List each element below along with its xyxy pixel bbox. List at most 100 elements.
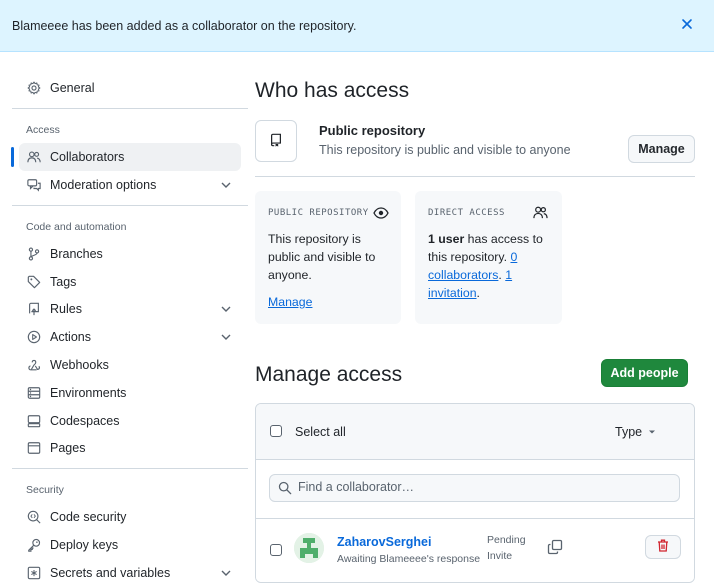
sidebar-item-label: Webhooks xyxy=(50,358,109,372)
trash-icon xyxy=(657,539,669,555)
sidebar-item-deploy-keys[interactable]: Deploy keys xyxy=(19,531,241,559)
repo-visibility-title: Public repository xyxy=(319,123,426,138)
user-count: 1 user xyxy=(428,232,465,246)
card-label: DIRECT ACCESS xyxy=(428,208,505,218)
sidebar-item-moderation-options[interactable]: Moderation options xyxy=(19,171,241,199)
invitation-link[interactable]: invitation xyxy=(428,286,477,300)
manage-button[interactable]: Manage xyxy=(628,135,695,163)
divider xyxy=(12,468,248,469)
flash-message: Blameeee has been added as a collaborato… xyxy=(12,19,357,33)
sidebar-item-webhooks[interactable]: Webhooks xyxy=(19,351,241,379)
sidebar-item-label: Branches xyxy=(50,247,103,261)
codescan-icon xyxy=(26,509,42,525)
sidebar-item-codespaces[interactable]: Codespaces xyxy=(19,407,241,435)
people-icon xyxy=(533,205,549,221)
section-heading-code-and-automation: Code and automation xyxy=(26,221,127,233)
card-text-line: This repository is xyxy=(268,232,361,246)
flash-banner: Blameeee has been added as a collaborato… xyxy=(0,0,714,52)
divider xyxy=(255,176,695,177)
card-text: . xyxy=(476,286,480,300)
server-icon xyxy=(26,385,42,401)
comment-discussion-icon xyxy=(26,177,42,193)
type-filter-dropdown[interactable]: Type xyxy=(615,425,656,439)
divider xyxy=(12,108,248,109)
find-collaborator-input[interactable] xyxy=(298,480,668,494)
search-row xyxy=(256,460,694,519)
table-row: ZaharovSerghei Awaiting Blameeee's respo… xyxy=(256,519,694,582)
key-icon xyxy=(26,537,42,553)
remove-member-button[interactable] xyxy=(645,535,681,559)
sidebar-item-label: Tags xyxy=(50,275,77,289)
collaborators-link[interactable]: collaborators xyxy=(428,268,498,282)
sidebar-item-label: Deploy keys xyxy=(50,538,119,552)
page-title: Who has access xyxy=(255,79,410,102)
sidebar-item-label: Code security xyxy=(50,510,127,524)
chevron-down-icon xyxy=(219,302,233,316)
sidebar-item-actions[interactable]: Actions xyxy=(19,323,241,351)
sidebar-item-label: Moderation options xyxy=(50,178,157,192)
sidebar-item-label: Collaborators xyxy=(50,150,125,164)
sidebar-item-tags[interactable]: Tags xyxy=(19,268,241,296)
repo-visibility-subtitle: This repository is public and visible to… xyxy=(319,143,571,157)
browser-icon xyxy=(26,440,42,456)
manage-access-title: Manage access xyxy=(255,363,403,386)
search-field[interactable] xyxy=(269,474,680,502)
webhook-icon xyxy=(26,357,42,373)
invitations-count-link[interactable]: 1 xyxy=(505,268,512,282)
codespaces-icon xyxy=(26,413,42,429)
collaborators-count-link[interactable]: 0 xyxy=(510,250,517,264)
card-text: has access to xyxy=(464,232,543,246)
search-icon xyxy=(278,481,292,498)
sidebar-item-general[interactable]: General xyxy=(19,74,241,102)
member-name-link[interactable]: ZaharovSerghei xyxy=(337,535,431,549)
card-text-line: anyone. xyxy=(268,268,312,282)
type-filter-label: Type xyxy=(615,425,643,439)
sidebar-item-collaborators[interactable]: Collaborators xyxy=(19,143,241,171)
gear-icon xyxy=(26,80,42,96)
close-icon[interactable] xyxy=(677,14,697,34)
key-asterisk-icon xyxy=(26,565,42,581)
card-body: This repository is public and visible to… xyxy=(268,230,375,311)
sidebar-item-label: Codespaces xyxy=(50,414,120,428)
direct-access-card: DIRECT ACCESS 1 user has access to this … xyxy=(415,191,562,324)
repo-icon-box xyxy=(255,120,297,162)
triangle-down-icon xyxy=(648,428,656,436)
sidebar-item-label: Environments xyxy=(50,386,127,400)
repo-push-icon xyxy=(26,301,42,317)
copy-icon[interactable] xyxy=(547,539,563,558)
divider xyxy=(12,205,248,206)
public-repository-card: PUBLIC REPOSITORY This repository is pub… xyxy=(255,191,401,324)
row-checkbox[interactable] xyxy=(270,544,282,556)
repo-icon xyxy=(269,133,283,150)
sidebar-item-pages[interactable]: Pages xyxy=(19,434,241,462)
sidebar-item-label: Pages xyxy=(50,441,86,455)
sidebar-item-label: Actions xyxy=(50,330,91,344)
sidebar-item-code-security[interactable]: Code security xyxy=(19,503,241,531)
sidebar-item-secrets-and-variables[interactable]: Secrets and variables xyxy=(19,559,241,583)
sidebar-item-environments[interactable]: Environments xyxy=(19,379,241,407)
sidebar-item-branches[interactable]: Branches xyxy=(19,240,241,268)
role-type: Invite xyxy=(487,550,513,562)
section-heading-security: Security xyxy=(26,484,64,496)
add-people-button[interactable]: Add people xyxy=(601,359,688,387)
collaborators-table: Select all Type ZaharovSerghei Awaiting … xyxy=(255,403,695,583)
chevron-down-icon xyxy=(219,178,233,192)
active-indicator xyxy=(11,147,14,167)
avatar[interactable] xyxy=(294,533,324,563)
section-heading-access: Access xyxy=(26,124,60,136)
manage-visibility-link[interactable]: Manage xyxy=(268,295,312,309)
eye-icon xyxy=(373,205,389,221)
chevron-down-icon xyxy=(219,330,233,344)
git-branch-icon xyxy=(26,246,42,262)
chevron-down-icon xyxy=(219,566,233,580)
card-text: this repository. xyxy=(428,250,511,264)
settings-sidebar: General Access Collaborators Moderation … xyxy=(0,52,250,583)
sidebar-item-label: Secrets and variables xyxy=(50,566,171,580)
select-all-label: Select all xyxy=(295,425,346,439)
sidebar-item-label: General xyxy=(50,81,95,95)
sidebar-item-label: Rules xyxy=(50,302,82,316)
select-all-checkbox[interactable] xyxy=(270,425,282,437)
card-label: PUBLIC REPOSITORY xyxy=(268,208,369,218)
play-icon xyxy=(26,329,42,345)
sidebar-item-rules[interactable]: Rules xyxy=(19,295,241,323)
